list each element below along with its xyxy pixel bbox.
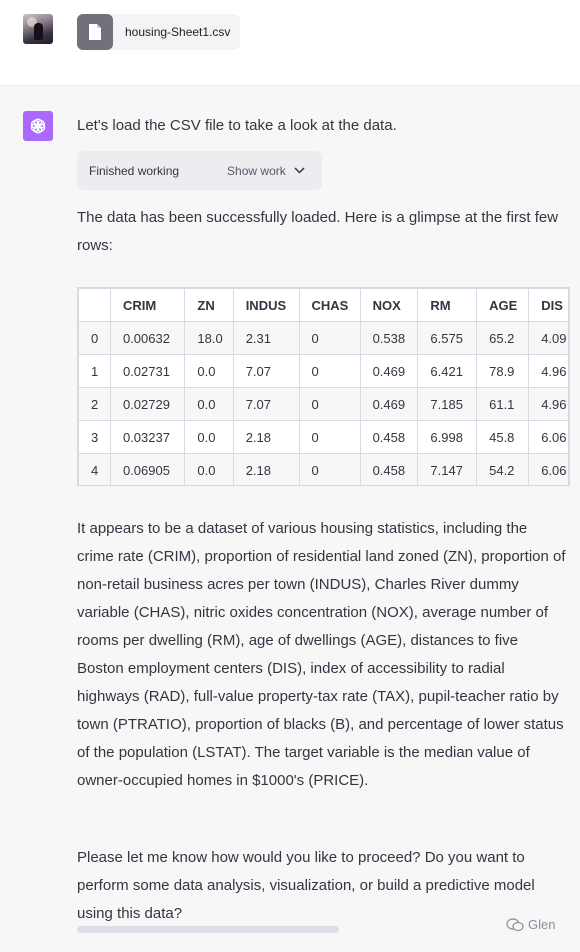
horizontal-scrollbar[interactable] [77,926,339,933]
table-cell: 4 [78,453,111,485]
table-cell: 0.458 [359,420,419,454]
show-work-label: Show work [227,163,286,178]
data-table[interactable]: CRIM ZN INDUS CHAS NOX RM AGE DIS 0 0.00… [77,287,570,486]
user-message: housing-Sheet1.csv [0,0,580,86]
table-cell: 18.0 [184,321,234,355]
table-cell: 1 [78,354,111,388]
column-header: CRIM [109,288,186,322]
column-header: CHAS [298,288,361,322]
file-icon [77,14,113,50]
table-cell: 0 [298,387,361,421]
table-cell: 6.421 [417,354,478,388]
table-cell: 6.06 [528,420,569,454]
table-cell: 0.0 [184,420,234,454]
table-cell: 2.31 [232,321,300,355]
table-cell: 0 [298,453,361,485]
table-cell: 3 [78,420,111,454]
loaded-text: The data has been successfully loaded. H… [77,209,559,254]
assistant-avatar-icon [23,111,53,141]
table-cell: 0.02729 [109,387,186,421]
table-cell: 7.07 [232,387,300,421]
table-cell: 0.0 [184,387,234,421]
table-cell: 0.538 [359,321,419,355]
table-cell: 2.18 [232,420,300,454]
file-name: housing-Sheet1.csv [125,25,231,39]
table-cell: 2.18 [232,453,300,485]
table-cell: 2 [78,387,111,421]
column-header: AGE [476,288,530,322]
table-cell: 54.2 [476,453,530,485]
work-status-bar: Finished working Show work [77,151,322,190]
table-cell: 0.0 [184,354,234,388]
table-cell: 0.469 [359,387,419,421]
wechat-icon [506,917,524,931]
table-row: 4 0.06905 0.0 2.18 0 0.458 7.147 54.2 6.… [78,453,569,485]
table-cell: 4.96 [528,387,569,421]
table-cell: 6.575 [417,321,478,355]
table-cell: 0.469 [359,354,419,388]
column-header [78,288,111,322]
table-cell: 4.09 [528,321,569,355]
chevron-down-icon [294,167,305,174]
table-cell: 7.07 [232,354,300,388]
table-cell: 0 [78,321,111,355]
table-cell: 0.458 [359,453,419,485]
show-work-button[interactable]: Show work [227,164,305,178]
table-cell: 7.185 [417,387,478,421]
table-row: 1 0.02731 0.0 7.07 0 0.469 6.421 78.9 4.… [78,354,569,388]
column-header: INDUS [232,288,300,322]
column-header: ZN [184,288,234,322]
work-status-label: Finished working [89,163,180,178]
followup-text: Please let me know how would you like to… [77,849,535,922]
watermark: Glen [506,917,555,932]
table-cell: 78.9 [476,354,530,388]
table-cell: 6.998 [417,420,478,454]
table-cell: 0.02731 [109,354,186,388]
intro-text: Let's load the CSV file to take a look a… [77,117,397,134]
table-cell: 0 [298,354,361,388]
table-cell: 45.8 [476,420,530,454]
table-cell: 0.03237 [109,420,186,454]
table-cell: 65.2 [476,321,530,355]
table-cell: 0 [298,420,361,454]
table-cell: 0.0 [184,453,234,485]
file-attachment[interactable]: housing-Sheet1.csv [77,14,240,50]
watermark-text: Glen [528,917,556,932]
description-text: It appears to be a dataset of various ho… [77,520,566,789]
table-cell: 7.147 [417,453,478,485]
table-row: 2 0.02729 0.0 7.07 0 0.469 7.185 61.1 4.… [78,387,569,421]
table-cell: 6.06 [528,453,569,485]
table-cell: 0.00632 [109,321,186,355]
column-header: DIS [528,288,569,322]
column-header: NOX [359,288,419,322]
user-avatar [23,14,53,44]
table-row: 0 0.00632 18.0 2.31 0 0.538 6.575 65.2 4… [78,321,569,355]
table-cell: 0.06905 [109,453,186,485]
table-cell: 0 [298,321,361,355]
column-header: RM [417,288,478,322]
table-row: 3 0.03237 0.0 2.18 0 0.458 6.998 45.8 6.… [78,420,569,454]
table-header-row: CRIM ZN INDUS CHAS NOX RM AGE DIS [78,288,569,322]
table-cell: 4.96 [528,354,569,388]
table-cell: 61.1 [476,387,530,421]
